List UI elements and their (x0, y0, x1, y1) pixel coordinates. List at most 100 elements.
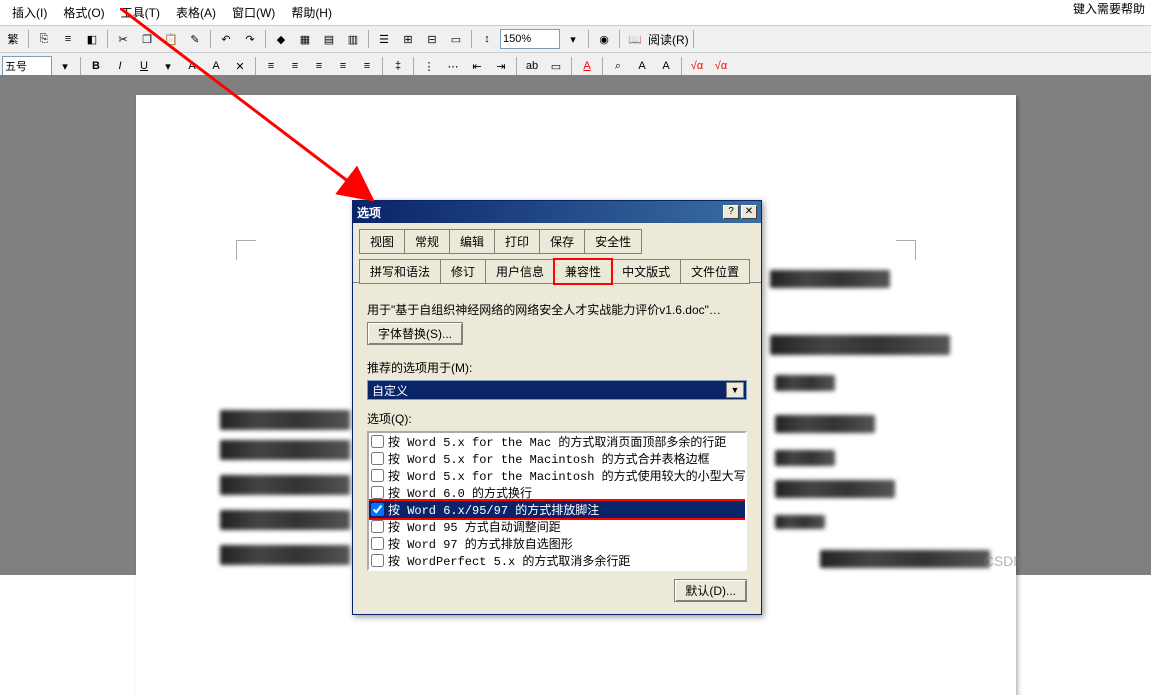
tb-icon-g[interactable]: ⊟ (421, 28, 443, 50)
underline-button[interactable]: U (133, 55, 155, 77)
help-button[interactable]: ? (723, 205, 739, 219)
tb2-c[interactable]: A (205, 55, 227, 77)
tb-icon-1[interactable]: ⎘ (33, 28, 55, 50)
separator (80, 57, 81, 75)
font-substitution-button[interactable]: 字体替换(S)... (367, 322, 463, 345)
tab-print[interactable]: 打印 (494, 229, 540, 254)
tb-icon-a[interactable]: ◆ (270, 28, 292, 50)
tab-spelling[interactable]: 拼写和语法 (359, 259, 441, 284)
option-checkbox[interactable] (371, 469, 384, 482)
tab-general[interactable]: 常规 (404, 229, 450, 254)
border-icon[interactable]: ▭ (545, 55, 567, 77)
font-size-dropdown[interactable]: ▾ (54, 55, 76, 77)
menu-table[interactable]: 表格(A) (168, 2, 224, 23)
separator (602, 57, 603, 75)
option-item[interactable]: 按 Word 5.x for the Mac 的方式取消页面顶部多余的行距 (369, 433, 745, 450)
redo-icon[interactable]: ↷ (239, 28, 261, 50)
tb-icon-b[interactable]: ▦ (294, 28, 316, 50)
line-spacing-icon[interactable]: ‡ (387, 55, 409, 77)
tb2-g[interactable]: A (631, 55, 653, 77)
tab-compatibility[interactable]: 兼容性 (554, 259, 612, 284)
highlight-icon[interactable]: ab (521, 55, 543, 77)
menu-window[interactable]: 窗口(W) (224, 2, 283, 23)
option-checkbox[interactable] (371, 520, 384, 533)
tb2-a[interactable]: ▾ (157, 55, 179, 77)
read-mode-label[interactable]: 阅读(R) (648, 31, 689, 48)
tb-icon-d[interactable]: ▥ (342, 28, 364, 50)
option-checkbox[interactable] (371, 452, 384, 465)
tb-icon-f[interactable]: ⊞ (397, 28, 419, 50)
dialog-titlebar[interactable]: 选项 ? ✕ (353, 201, 761, 223)
zoom-dropdown-icon[interactable]: ▾ (562, 28, 584, 50)
recommend-dropdown[interactable]: 自定义 (367, 380, 747, 400)
font-color-icon[interactable]: A (576, 55, 598, 77)
option-checkbox[interactable] (371, 554, 384, 567)
tb-icon-3[interactable]: ◧ (81, 28, 103, 50)
copy-icon[interactable]: ❐ (136, 28, 158, 50)
paste-icon[interactable]: 📋 (160, 28, 182, 50)
option-item[interactable]: 按 Word 6.0 的方式换行 (369, 484, 745, 501)
option-item[interactable]: 按 Word 6.x/95/97 的方式排放脚注 (369, 501, 745, 518)
tb-icon-2[interactable]: ≡ (57, 28, 79, 50)
separator (107, 30, 108, 48)
tab-save[interactable]: 保存 (539, 229, 585, 254)
bold-button[interactable]: B (85, 55, 107, 77)
align-right-icon[interactable]: ≡ (308, 55, 330, 77)
sqrt-icon-2[interactable]: √α (710, 55, 732, 77)
italic-button[interactable]: I (109, 55, 131, 77)
cut-icon[interactable]: ✂ (112, 28, 134, 50)
font-size-combo[interactable] (2, 56, 52, 76)
option-checkbox[interactable] (371, 435, 384, 448)
undo-icon[interactable]: ↶ (215, 28, 237, 50)
help-icon[interactable]: ◉ (593, 28, 615, 50)
option-item[interactable]: 按 Word 95 方式自动调整间距 (369, 518, 745, 535)
tb2-d[interactable]: ✕ (229, 55, 251, 77)
menu-format[interactable]: 格式(O) (55, 2, 112, 23)
option-text: 按 Word 5.x for the Mac 的方式取消页面顶部多余的行距 (388, 433, 726, 450)
list-bullet-icon[interactable]: ⋮ (418, 55, 440, 77)
tb-icon-c[interactable]: ▤ (318, 28, 340, 50)
indent-icon[interactable]: ⇥ (490, 55, 512, 77)
option-checkbox[interactable] (371, 537, 384, 550)
outdent-icon[interactable]: ⇤ (466, 55, 488, 77)
option-checkbox[interactable] (371, 503, 384, 516)
option-item[interactable]: 按 Word 5.x for the Macintosh 的方式使用较大的小型大… (369, 467, 745, 484)
default-button[interactable]: 默认(D)... (674, 579, 747, 602)
close-button[interactable]: ✕ (741, 205, 757, 219)
tab-security[interactable]: 安全性 (584, 229, 642, 254)
menu-insert[interactable]: 插入(I) (4, 2, 55, 23)
format-painter-icon[interactable]: ✎ (184, 28, 206, 50)
options-listbox[interactable]: 按 Word 5.x for the Mac 的方式取消页面顶部多余的行距按 W… (367, 431, 747, 571)
tab-edit[interactable]: 编辑 (449, 229, 495, 254)
tab-userinfo[interactable]: 用户信息 (485, 259, 555, 284)
option-text: 按 WordPerfect 5.x 设置空格宽度 (388, 569, 594, 571)
menu-help[interactable]: 帮助(H) (283, 2, 340, 23)
trad-button[interactable]: 繁 (2, 28, 24, 50)
tb-icon-e[interactable]: ☰ (373, 28, 395, 50)
option-checkbox[interactable] (371, 486, 384, 499)
sqrt-icon-1[interactable]: √α (686, 55, 708, 77)
tb-icon-h[interactable]: ▭ (445, 28, 467, 50)
align-center-icon[interactable]: ≡ (284, 55, 306, 77)
tab-chinese-layout[interactable]: 中文版式 (611, 259, 681, 284)
align-left-icon[interactable]: ≡ (260, 55, 282, 77)
option-item[interactable]: 按 WordPerfect 5.x 设置空格宽度 (369, 569, 745, 571)
book-icon[interactable]: 📖 (624, 28, 646, 50)
list-number-icon[interactable]: ⋯ (442, 55, 464, 77)
tab-file-locations[interactable]: 文件位置 (680, 259, 750, 284)
help-hint[interactable]: 键入需要帮助 (1073, 0, 1145, 17)
align-justify-icon[interactable]: ≡ (332, 55, 354, 77)
tb2-e[interactable]: ≡ (356, 55, 378, 77)
tb-icon-i[interactable]: ↕ (476, 28, 498, 50)
tb2-h[interactable]: A (655, 55, 677, 77)
tb2-b[interactable]: A (181, 55, 203, 77)
tab-view[interactable]: 视图 (359, 229, 405, 254)
option-item[interactable]: 按 Word 97 的方式排放自选图形 (369, 535, 745, 552)
tb2-f[interactable]: ⌕ (607, 55, 629, 77)
menubar: 插入(I) 格式(O) 工具(T) 表格(A) 窗口(W) 帮助(H) (0, 0, 1151, 26)
option-item[interactable]: 按 Word 5.x for the Macintosh 的方式合并表格边框 (369, 450, 745, 467)
menu-tools[interactable]: 工具(T) (113, 2, 168, 23)
option-item[interactable]: 按 WordPerfect 5.x 的方式取消多余行距 (369, 552, 745, 569)
tab-revision[interactable]: 修订 (440, 259, 486, 284)
zoom-combo[interactable] (500, 29, 560, 49)
